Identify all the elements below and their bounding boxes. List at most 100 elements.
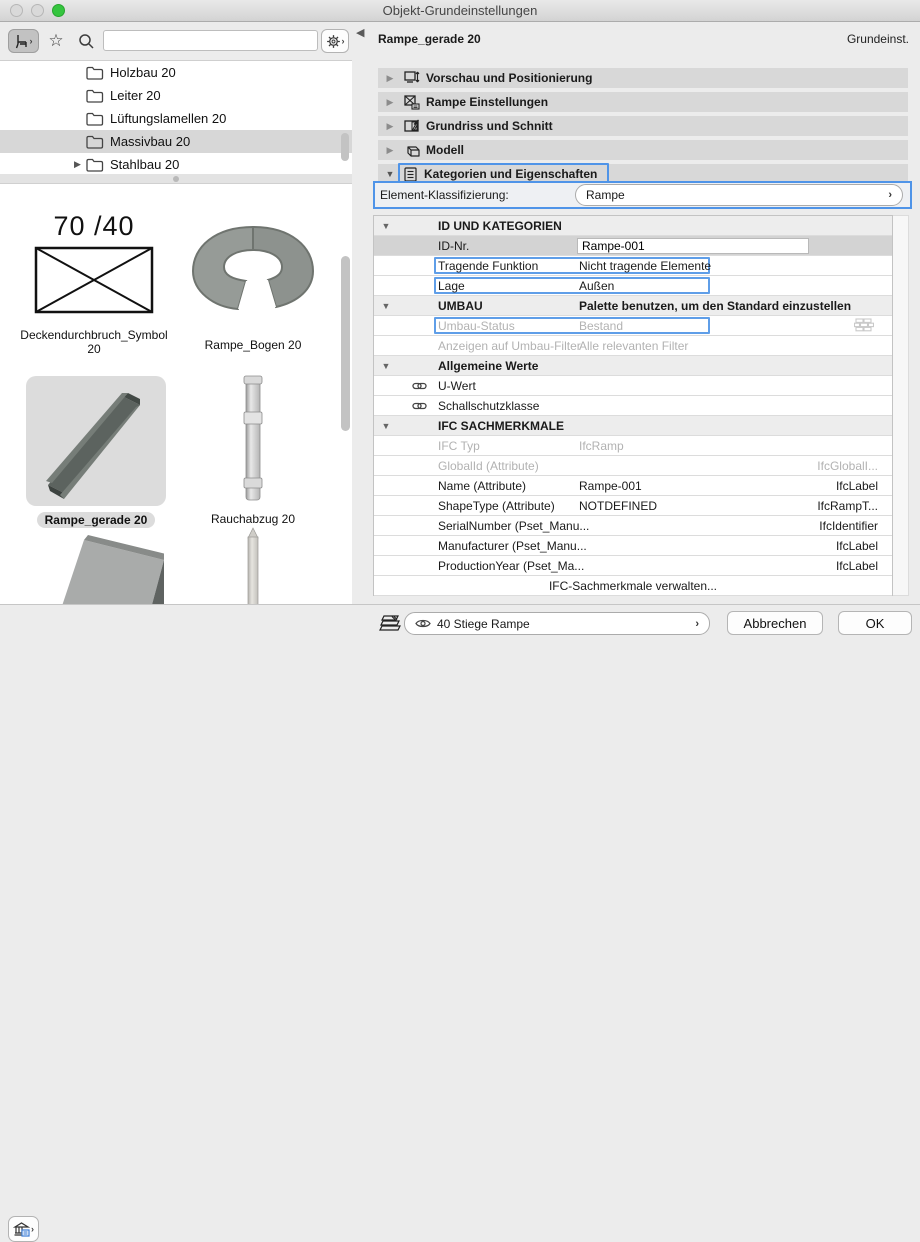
disclosure-triangle-icon[interactable]: ▶: [378, 97, 402, 108]
layer-dropdown[interactable]: 40 Stiege Rampe ›: [404, 612, 710, 635]
ok-button[interactable]: OK: [838, 611, 912, 635]
group-header-ifc-sachmerkmale[interactable]: ▼ IFC SACHMERKMALE: [374, 416, 892, 436]
row-u-wert[interactable]: U-Wert: [374, 376, 892, 396]
folder-icon: [86, 135, 104, 149]
property-value[interactable]: Außen: [579, 279, 614, 293]
search-icon: [78, 33, 95, 50]
tree-scrollbar-thumb[interactable]: [341, 133, 349, 161]
thumbnail-deckendurchbruch[interactable]: 70 /40 Deckendurchbruch_Symbol 20: [18, 202, 170, 356]
manage-ifc-properties-button[interactable]: IFC-Sachmerkmale verwalten...: [374, 579, 892, 593]
cancel-button[interactable]: Abbrechen: [727, 611, 823, 635]
row-umbau-filter[interactable]: Anzeigen auf Umbau-Filter Alle relevante…: [374, 336, 892, 356]
settings-menu-button[interactable]: ›: [321, 29, 349, 53]
chair-icon: [15, 34, 29, 49]
favorites-button[interactable]: ☆: [44, 29, 68, 53]
row-globalid[interactable]: GlobalId (Attribute) IfcGlobalI...: [374, 456, 892, 476]
object-settings-dialog: Objekt-Grundeinstellungen › ☆ ›: [0, 0, 920, 641]
row-serialnumber[interactable]: SerialNumber (Pset_Manu... IfcIdentifier: [374, 516, 892, 536]
property-label: Tragende Funktion: [438, 259, 538, 273]
row-shapetype-attribute[interactable]: ShapeType (Attribute) NOTDEFINED IfcRamp…: [374, 496, 892, 516]
property-value: Alle relevanten Filter: [579, 339, 688, 353]
element-classification-row: Element-Klassifizierung: Rampe ›: [373, 181, 912, 209]
row-productionyear[interactable]: ProductionYear (Pset_Ma... IfcLabel: [374, 556, 892, 576]
row-manage-ifc-properties[interactable]: IFC-Sachmerkmale verwalten...: [374, 576, 892, 596]
row-schallschutzklasse[interactable]: Schallschutzklasse: [374, 396, 892, 416]
tree-item-massivbau[interactable]: Massivbau 20: [0, 130, 352, 153]
section-rampe-einstellungen[interactable]: ▶ Rampe Einstellungen: [378, 92, 908, 112]
thumbnails-scrollbar-thumb[interactable]: [341, 256, 350, 431]
group-label: ID UND KATEGORIEN: [438, 219, 562, 233]
tree-item-stahlbau[interactable]: ▶ Stahlbau 20: [0, 153, 352, 176]
thumbnail-rauchabzug[interactable]: Rauchabzug 20: [178, 372, 328, 526]
row-lage[interactable]: Lage Außen: [374, 276, 892, 296]
group-header-umbau[interactable]: ▼ UMBAU Palette benutzen, um den Standar…: [374, 296, 892, 316]
property-value[interactable]: Rampe-001: [579, 479, 642, 493]
library-browser-pane: › ☆ › Holzbau 20 Leiter: [0, 23, 352, 604]
disclosure-triangle-icon[interactable]: ▼: [374, 361, 398, 371]
group-header-id-kategorien[interactable]: ▼ ID UND KATEGORIEN: [374, 216, 892, 236]
folder-icon: [86, 66, 104, 80]
thumbnail-partial-slab[interactable]: [18, 532, 170, 604]
close-button[interactable]: [10, 4, 23, 17]
row-manufacturer[interactable]: Manufacturer (Pset_Manu... IfcLabel: [374, 536, 892, 556]
thumbnail-rampe-gerade[interactable]: Rampe_gerade 20: [20, 376, 172, 528]
tree-item-leiter[interactable]: Leiter 20: [0, 84, 352, 107]
pole-preview: [241, 524, 265, 604]
disclosure-triangle-icon[interactable]: ▼: [374, 421, 398, 431]
window-title: Objekt-Grundeinstellungen: [383, 3, 538, 18]
minimize-button[interactable]: [31, 4, 44, 17]
preview-position-icon: [402, 71, 422, 85]
row-id-nr[interactable]: ID-Nr.: [374, 236, 892, 256]
table-scrollbar-track[interactable]: [893, 215, 909, 596]
dialog-footer: › 40 Stiege Rampe › Abbrechen OK: [0, 604, 920, 641]
thumbnail-rampe-bogen[interactable]: Rampe_Bogen 20: [178, 214, 328, 352]
tree-item-lueftungslamellen[interactable]: Lüftungslamellen 20: [0, 107, 352, 130]
pane-splitter[interactable]: [0, 174, 352, 184]
disclosure-triangle-icon[interactable]: ▶: [74, 159, 84, 170]
eye-icon: [415, 618, 431, 629]
row-ifc-typ[interactable]: IFC Typ IfcRamp: [374, 436, 892, 456]
section-grundriss-schnitt[interactable]: ▶ Grundriss und Schnitt: [378, 116, 908, 136]
disclosure-triangle-icon[interactable]: ▶: [378, 145, 402, 156]
tree-item-holzbau[interactable]: Holzbau 20: [0, 61, 352, 84]
tree-item-label: Stahlbau 20: [110, 157, 179, 172]
tree-item-label: Holzbau 20: [110, 65, 176, 80]
property-value[interactable]: Nicht tragende Elemente: [579, 259, 711, 273]
tree-item-label: Massivbau 20: [110, 134, 190, 149]
settings-pane: Rampe_gerade 20 Grundeinst. ▶ Vorschau u…: [372, 22, 920, 604]
classification-dropdown[interactable]: Rampe ›: [575, 184, 903, 206]
gear-icon: [326, 34, 341, 49]
ifc-type-label: IfcIdentifier: [819, 519, 878, 533]
row-name-attribute[interactable]: Name (Attribute) Rampe-001 IfcLabel: [374, 476, 892, 496]
library-manager-button[interactable]: ›: [8, 1216, 39, 1242]
object-browser-button[interactable]: ›: [8, 29, 39, 53]
search-button[interactable]: [74, 29, 98, 53]
collapse-pane-arrow-icon[interactable]: ◀: [356, 26, 364, 39]
selected-object-name: Rampe_gerade 20: [378, 32, 481, 46]
group-label: IFC SACHMERKMALE: [438, 419, 564, 433]
titlebar[interactable]: Objekt-Grundeinstellungen: [0, 0, 920, 22]
search-input[interactable]: [103, 30, 318, 51]
row-tragende-funktion[interactable]: Tragende Funktion Nicht tragende Element…: [374, 256, 892, 276]
disclosure-triangle-icon[interactable]: ▶: [378, 73, 402, 84]
model-cube-icon: [402, 143, 422, 158]
smoke-vent-preview: [238, 374, 268, 504]
disclosure-triangle-icon[interactable]: ▶: [378, 121, 402, 132]
section-vorschau-positionierung[interactable]: ▶ Vorschau und Positionierung: [378, 68, 908, 88]
traffic-lights: [10, 4, 65, 17]
id-number-input[interactable]: [577, 238, 809, 254]
section-modell[interactable]: ▶ Modell: [378, 140, 908, 160]
disclosure-triangle-icon[interactable]: ▼: [374, 301, 398, 311]
group-header-allgemeine-werte[interactable]: ▼ Allgemeine Werte: [374, 356, 892, 376]
property-label: ShapeType (Attribute): [438, 499, 555, 513]
section-label: Grundriss und Schnitt: [426, 119, 553, 133]
thumbnail-partial-pole[interactable]: [178, 524, 328, 604]
zoom-button[interactable]: [52, 4, 65, 17]
group-label: Allgemeine Werte: [438, 359, 538, 373]
property-value[interactable]: NOTDEFINED: [579, 499, 657, 513]
disclosure-triangle-icon[interactable]: ▼: [374, 221, 398, 231]
row-umbau-status[interactable]: Umbau-Status Bestand: [374, 316, 892, 336]
folder-icon: [86, 158, 104, 172]
categories-properties-icon: [400, 167, 420, 182]
section-label: Rampe Einstellungen: [426, 95, 548, 109]
